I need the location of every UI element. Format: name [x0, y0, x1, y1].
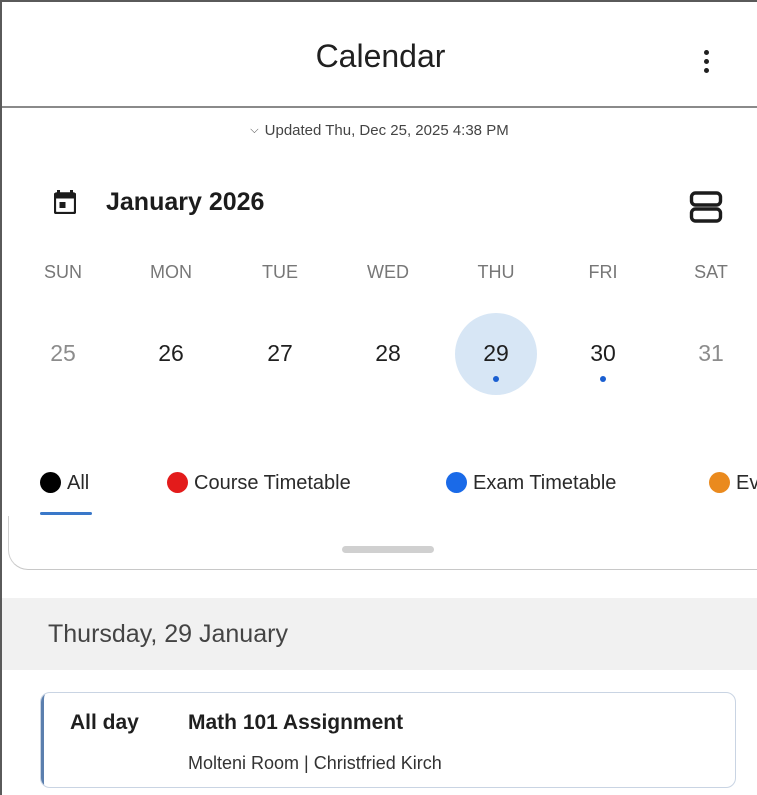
color-dot-icon	[167, 472, 188, 493]
filter-label: Exam Timetable	[473, 472, 617, 494]
color-dot-icon	[709, 472, 730, 493]
day-number: 31	[698, 340, 724, 366]
agenda-date-label: Thursday, 29 January	[48, 620, 288, 648]
weekday-mon: MON	[150, 262, 192, 282]
page-title: Calendar	[315, 38, 446, 74]
event-color-accent	[41, 693, 47, 787]
weekday-header-row: SUN MON TUE WED THU FRI SAT	[2, 262, 757, 288]
weekday-fri: FRI	[588, 262, 618, 282]
weekday-wed: WED	[367, 262, 409, 282]
filter-label: Ev	[736, 472, 757, 494]
agenda-date-header: Thursday, 29 January	[2, 598, 757, 670]
weekday-tue: TUE	[262, 262, 298, 282]
day-number: 27	[267, 340, 293, 366]
calendar-panel-edge	[8, 516, 757, 570]
more-vert-icon	[704, 50, 709, 55]
event-indicator-dot	[600, 376, 606, 382]
day-number: 29	[483, 340, 509, 366]
event-location-instructor: Molteni Room | Christfried Kirch	[188, 753, 442, 773]
day-number: 28	[375, 340, 401, 366]
day-number: 25	[50, 340, 76, 366]
filter-tab-events[interactable]: Ev	[709, 472, 757, 506]
color-dot-icon	[40, 472, 61, 493]
chevron-down-icon: ⌵	[250, 124, 259, 136]
day-cell-31[interactable]: 31	[671, 312, 751, 392]
day-number: 26	[158, 340, 184, 366]
weekday-sun: SUN	[43, 262, 82, 282]
day-cell-25[interactable]: 25	[23, 312, 103, 392]
filter-label: Course Timetable	[194, 472, 351, 494]
filter-label: All	[67, 472, 90, 494]
filter-tab-exam-timetable[interactable]: Exam Timetable	[446, 472, 616, 506]
more-options-button[interactable]	[692, 44, 722, 80]
updated-text: Updated Thu, Dec 25, 2025 4:38 PM	[264, 122, 509, 139]
calendar-filter-tabs: All Course Timetable Exam Timetable Ev	[2, 472, 757, 522]
sync-status[interactable]: ⌵ Updated Thu, Dec 25, 2025 4:38 PM	[2, 122, 757, 139]
drag-handle[interactable]	[342, 546, 434, 553]
more-vert-icon-dot	[704, 68, 709, 73]
event-title: Math 101 Assignment	[188, 711, 404, 734]
color-dot-icon	[446, 472, 467, 493]
event-indicator-dot	[493, 376, 499, 382]
more-vert-icon-dot	[704, 59, 709, 64]
event-card[interactable]: All day Math 101 Assignment Molteni Room…	[40, 692, 736, 788]
day-cell-28[interactable]: 28	[348, 312, 428, 392]
calendar-screen: Calendar ⌵ Updated Thu, Dec 25, 2025 4:38…	[0, 0, 757, 795]
calendar-icon	[54, 190, 76, 214]
day-number: 30	[590, 340, 616, 366]
day-cell-27[interactable]: 27	[240, 312, 320, 392]
week-row: 25 26 27 28 29 30 31	[2, 312, 757, 402]
day-cell-29-selected[interactable]: 29	[455, 312, 537, 395]
event-time: All day	[70, 711, 139, 734]
weekday-thu: THU	[477, 262, 515, 282]
app-bar: Calendar	[2, 2, 757, 108]
weekday-sat: SAT	[694, 262, 728, 282]
day-cell-30[interactable]: 30	[563, 312, 643, 392]
month-title[interactable]: January 2026	[106, 188, 264, 217]
active-tab-indicator	[40, 512, 92, 515]
filter-tab-course-timetable[interactable]: Course Timetable	[167, 472, 351, 506]
view-agenda-icon[interactable]	[689, 190, 723, 224]
filter-tab-all[interactable]: All	[40, 472, 89, 506]
day-cell-26[interactable]: 26	[131, 312, 211, 392]
